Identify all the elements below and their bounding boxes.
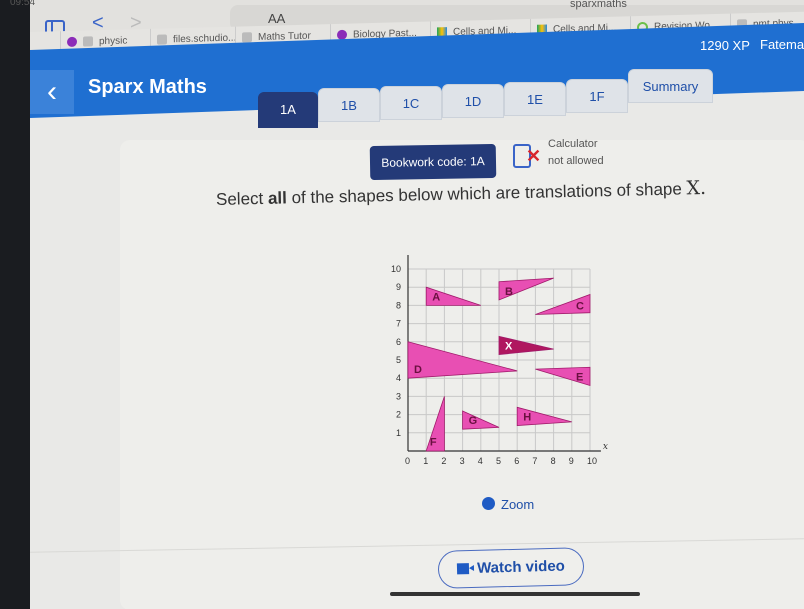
y-tick-label: 3 [396, 391, 401, 401]
y-axis-label: y [401, 255, 408, 256]
s-icon [157, 34, 167, 46]
calculator-label: Calculator [548, 138, 598, 150]
house-icon [83, 36, 93, 47]
bookwork-code-badge: Bookwork code: 1A [369, 143, 497, 181]
status-time: 09:54 [10, 0, 36, 8]
x-tick-label: 0 [405, 456, 410, 466]
y-tick-label: 5 [396, 355, 401, 365]
zoom-in-icon [482, 497, 495, 510]
x-tick-label: 9 [569, 456, 574, 466]
video-camera-icon [456, 563, 470, 575]
task-tab-1c[interactable]: 1C [380, 86, 442, 120]
zoom-button[interactable]: Zoom [482, 497, 534, 512]
x-tick-label: 4 [478, 456, 483, 466]
shape-label-h: H [523, 412, 531, 424]
task-tab-1d[interactable]: 1D [442, 84, 504, 118]
y-tick-label: 10 [391, 264, 401, 274]
x-axis-label: x [603, 442, 608, 452]
y-tick-label: 2 [396, 410, 401, 420]
x-tick-label: 6 [514, 456, 519, 466]
y-tick-label: 9 [396, 282, 401, 292]
task-tab-1e[interactable]: 1E [504, 82, 566, 116]
home-indicator [390, 592, 640, 596]
task-tab-1a[interactable]: 1A [258, 92, 318, 128]
x-tick-label: 7 [532, 456, 537, 466]
task-tab-summary[interactable]: Summary [628, 69, 713, 103]
x-tick-label: 1 [423, 456, 428, 466]
back-button[interactable]: ‹ [30, 70, 74, 114]
shape-label-a: A [432, 291, 440, 303]
y-tick-label: 4 [396, 373, 401, 383]
not-allowed-x-icon: ✕ [526, 146, 542, 166]
x-tick-label: 10 [587, 456, 597, 466]
shape-label-f: F [430, 437, 437, 449]
y-tick-label: 6 [396, 337, 401, 347]
x-tick-label: 5 [496, 456, 501, 466]
task-tab-1f[interactable]: 1F [566, 79, 628, 113]
shape-label-e: E [576, 371, 583, 383]
calculator-status: not allowed [548, 155, 604, 167]
shape-label-x: X [505, 341, 513, 353]
y-tick-label: 1 [396, 428, 401, 438]
app-title: Sparx Maths [88, 76, 207, 98]
translation-diagram[interactable]: A B C D X E F G H 0 1 2 3 4 5 6 7 8 9 10 1 2 3 4 5 6 7 8 9 10 x y [360, 246, 620, 470]
screen: < > AA sparxmaths physic files.schudio..… [30, 0, 804, 609]
shape-label-g: G [469, 415, 478, 427]
user-name[interactable]: Fatema [760, 37, 804, 52]
task-tab-1b[interactable]: 1B [318, 88, 380, 122]
x-tick-label: 8 [551, 456, 556, 466]
reader-settings-button[interactable]: AA [268, 11, 285, 26]
coordinate-grid[interactable]: A B C D X E F G H 0 1 2 3 4 5 6 7 8 9 10 1 2 3 4 5 6 7 8 9 10 x y [360, 246, 620, 470]
y-tick-label: 7 [396, 319, 401, 329]
xp-counter: 1290 XP [700, 38, 750, 53]
purple-circle-icon [67, 37, 77, 48]
x-tick-label: 2 [441, 456, 446, 466]
shape-label-c: C [576, 301, 584, 313]
watch-video-button[interactable]: Watch video [437, 547, 585, 589]
shape-label-b: B [505, 286, 513, 298]
shape-label-d: D [414, 364, 422, 376]
x-tick-label: 3 [460, 456, 465, 466]
y-tick-label: 8 [396, 300, 401, 310]
address-url: sparxmaths [570, 0, 627, 10]
